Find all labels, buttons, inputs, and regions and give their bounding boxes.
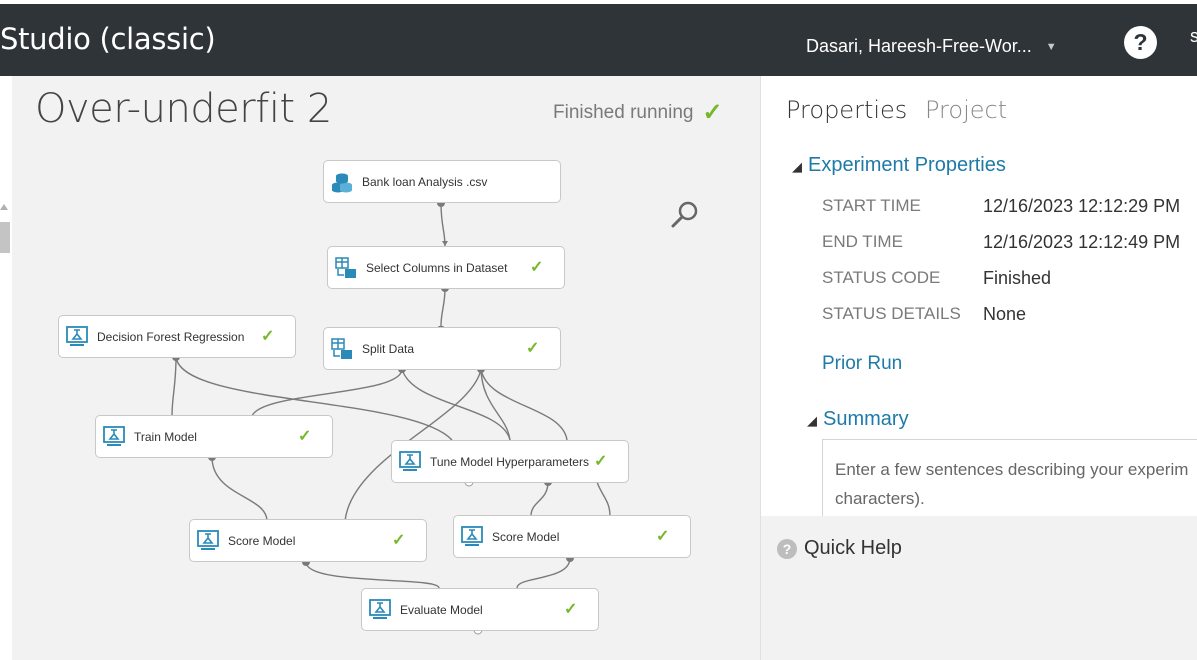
- module-label: Bank loan Analysis .csv: [362, 175, 488, 189]
- summary-placeholder-line: Enter a few sentences describing your ex…: [835, 460, 1189, 479]
- studio-app: Studio (classic) Dasari, Hareesh-Free-Wo…: [0, 0, 1197, 660]
- summary-input[interactable]: Enter a few sentences describing your ex…: [822, 439, 1197, 516]
- wire: [305, 561, 440, 589]
- prop-label-status-details: STATUS DETAILS: [822, 304, 961, 323]
- app-title: Studio (classic): [0, 22, 216, 56]
- table-transform-icon: [335, 257, 356, 278]
- app-header: Studio (classic) Dasari, Hareesh-Free-Wo…: [0, 4, 1197, 76]
- checkmark-icon: ✓: [261, 328, 275, 345]
- experiment-canvas[interactable]: Over-underfit 2 Finished running ✓ Bank …: [12, 76, 760, 660]
- user-name: Dasari, Hareesh-Free-Wor...: [806, 36, 1032, 56]
- model-icon: [103, 426, 125, 446]
- module-label: Evaluate Model: [400, 603, 483, 617]
- help-icon[interactable]: ?: [1124, 26, 1157, 59]
- wire: [516, 557, 571, 589]
- summary-placeholder-line: characters).: [835, 489, 925, 508]
- checkmark-icon: ✓: [392, 532, 406, 549]
- model-icon: [369, 599, 391, 619]
- wire: [530, 481, 549, 517]
- search-icon[interactable]: [670, 200, 700, 230]
- wire: [211, 456, 268, 522]
- module-label: Train Model: [134, 430, 197, 444]
- module-tune-model-hyperparameters[interactable]: Tune Model Hyperparameters ✓: [391, 440, 629, 483]
- checkmark-icon: ✓: [594, 453, 608, 470]
- checkmark-icon: ✓: [526, 340, 540, 357]
- checkmark-icon: ✓: [530, 259, 544, 276]
- properties-panel: Properties Project ◢ Experiment Propertie…: [761, 76, 1197, 516]
- collapse-icon: ◢: [807, 413, 817, 428]
- prop-label-status-code: STATUS CODE: [822, 268, 941, 287]
- section-experiment-properties[interactable]: ◢ Experiment Properties: [792, 154, 1006, 177]
- collapse-icon: ◢: [792, 159, 802, 174]
- module-score-model-left[interactable]: Score Model ✓: [189, 519, 427, 562]
- collapse-arrow-icon[interactable]: [0, 204, 8, 210]
- wire: [480, 368, 568, 441]
- left-gutter: [0, 76, 12, 660]
- module-bank-loan-dataset[interactable]: Bank loan Analysis .csv: [323, 160, 561, 203]
- module-label: Split Data: [362, 342, 415, 356]
- wire: [171, 356, 177, 417]
- scroll-tab[interactable]: [0, 222, 10, 253]
- module-split-data[interactable]: Split Data ✓: [323, 327, 561, 370]
- prop-value-end-time: 12/16/2023 12:12:49 PM: [983, 232, 1181, 252]
- chevron-down-icon: ▼: [1045, 40, 1057, 53]
- module-label: Decision Forest Regression: [97, 330, 245, 344]
- model-icon: [66, 326, 88, 346]
- module-label: Score Model: [228, 534, 296, 548]
- section-title: Summary: [823, 408, 909, 430]
- wire: [596, 481, 611, 517]
- model-icon: [399, 451, 421, 471]
- wire: [440, 287, 446, 327]
- module-train-model[interactable]: Train Model ✓: [95, 415, 333, 458]
- prop-value-start-time: 12/16/2023 12:12:29 PM: [983, 196, 1181, 216]
- prop-label-start-time: START TIME: [822, 196, 921, 215]
- module-select-columns[interactable]: Select Columns in Dataset ✓: [327, 246, 565, 289]
- tab-project[interactable]: Project: [925, 96, 1007, 124]
- prop-label-end-time: END TIME: [822, 232, 903, 251]
- tab-properties[interactable]: Properties: [786, 96, 907, 124]
- section-summary[interactable]: ◢ Summary: [807, 408, 909, 431]
- model-icon: [197, 530, 219, 550]
- checkmark-icon: ✓: [298, 428, 312, 445]
- module-evaluate-model[interactable]: Evaluate Model ✓: [361, 588, 599, 631]
- user-menu[interactable]: Dasari, Hareesh-Free-Wor... ▼: [806, 36, 1057, 57]
- quick-help-panel[interactable]: ? Quick Help: [761, 516, 1197, 660]
- help-circle-icon: ?: [777, 539, 797, 559]
- module-score-model-right[interactable]: Score Model ✓: [453, 515, 691, 558]
- checkmark-icon: ✓: [656, 528, 670, 545]
- dataset-icon: [332, 173, 352, 193]
- wire: [251, 368, 403, 417]
- module-label: Select Columns in Dataset: [366, 261, 508, 275]
- section-title: Experiment Properties: [808, 154, 1006, 176]
- checkmark-icon: ✓: [564, 601, 578, 618]
- module-label: Score Model: [492, 530, 560, 544]
- wire: [440, 202, 446, 247]
- prop-value-status-code: Finished: [983, 268, 1052, 288]
- model-icon: [461, 526, 483, 546]
- module-decision-forest-regression[interactable]: Decision Forest Regression ✓: [58, 315, 296, 358]
- module-label: Tune Model Hyperparameters: [430, 455, 589, 469]
- table-transform-icon: [331, 338, 352, 359]
- prior-run-link[interactable]: Prior Run: [822, 353, 902, 375]
- more-icon[interactable]: s: [1190, 26, 1197, 56]
- prop-value-status-details: None: [983, 304, 1027, 324]
- quick-help-label: Quick Help: [804, 537, 902, 559]
